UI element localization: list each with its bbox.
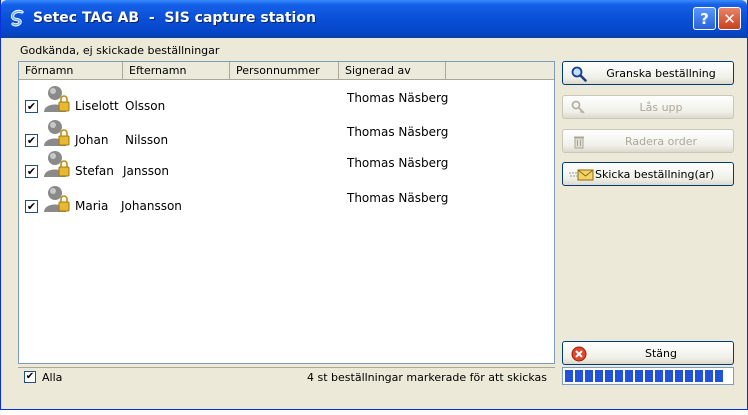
orders-group-label: Godkända, ej skickade beställningar (20, 44, 220, 57)
column-header-signed-by[interactable]: Signerad av (339, 62, 446, 80)
trash-icon (574, 136, 584, 149)
progress-block (635, 370, 643, 382)
progress-block (675, 370, 683, 382)
help-button[interactable]: ? (693, 7, 716, 30)
close-label: Stäng (645, 347, 677, 360)
list-header: Förnamn Efternamn Personnummer Signerad … (19, 62, 554, 80)
main-window: Setec TAG AB - SIS capture station ? ✕ G… (0, 0, 748, 410)
table-row[interactable]: ✔ Johan Nilsson Thomas Näsberg (19, 118, 554, 150)
column-header-personnummer[interactable]: Personnummer (230, 62, 339, 80)
progress-fill (565, 370, 731, 382)
progress-block (685, 370, 693, 382)
row-checkbox[interactable]: ✔ (25, 134, 38, 147)
window-title: Setec TAG AB - SIS capture station (33, 10, 316, 26)
signed-by: Thomas Näsberg (347, 91, 449, 105)
send-orders-label: Skicka beställning(ar) (595, 168, 715, 181)
progress-block (615, 370, 623, 382)
unlock-button[interactable]: Lås upp (562, 95, 734, 119)
first-name: Stefan (75, 164, 114, 178)
review-order-label: Granska beställning (606, 67, 716, 80)
unlock-label: Lås upp (639, 101, 683, 114)
table-row[interactable]: ✔ Maria Johansson Thomas Näsberg (19, 184, 554, 216)
person-lock-icon (44, 86, 70, 112)
close-window-button[interactable]: ✕ (718, 7, 741, 30)
progress-block (585, 370, 593, 382)
first-name: Liselott (75, 99, 119, 113)
setec-logo-icon (10, 9, 24, 27)
table-row[interactable]: ✔ Stefan Jansson Thomas Näsberg (19, 149, 554, 181)
row-checkbox[interactable]: ✔ (25, 165, 38, 178)
progress-block (625, 370, 633, 382)
key-icon (571, 100, 585, 114)
signed-by: Thomas Näsberg (347, 156, 449, 170)
select-all-label[interactable]: Alla (42, 371, 62, 384)
progress-block (645, 370, 653, 382)
last-name: Jansson (123, 164, 169, 178)
magnifier-icon (571, 66, 587, 82)
table-row[interactable]: ✔ Liselott Olsson Thomas Näsberg (19, 84, 554, 116)
person-lock-icon (44, 120, 70, 146)
orders-list[interactable]: Förnamn Efternamn Personnummer Signerad … (18, 61, 555, 364)
progress-block (705, 370, 713, 382)
close-button[interactable]: Stäng (562, 341, 734, 365)
status-bar: ✔ Alla 4 st beställningar markerade för … (18, 367, 555, 385)
row-checkbox[interactable]: ✔ (25, 200, 38, 213)
envelope-icon (569, 169, 594, 181)
column-header-lastname[interactable]: Efternamn (123, 62, 230, 80)
send-progress-bar (562, 367, 734, 385)
progress-block (715, 370, 723, 382)
person-lock-icon (44, 186, 70, 212)
status-text: 4 st beställningar markerade för att ski… (307, 371, 547, 384)
progress-block (565, 370, 573, 382)
progress-block (595, 370, 603, 382)
send-orders-button[interactable]: Skicka beställning(ar) (562, 162, 734, 186)
title-bar[interactable]: Setec TAG AB - SIS capture station ? ✕ (1, 0, 747, 38)
last-name: Johansson (121, 199, 182, 213)
progress-block (655, 370, 663, 382)
column-header-firstname[interactable]: Förnamn (19, 62, 123, 80)
delete-order-label: Radera order (625, 135, 697, 148)
select-all-checkbox[interactable]: ✔ (24, 371, 36, 383)
person-lock-icon (44, 151, 70, 177)
review-order-button[interactable]: Granska beställning (562, 61, 734, 85)
row-checkbox[interactable]: ✔ (25, 100, 38, 113)
last-name: Olsson (125, 99, 166, 113)
first-name: Johan (75, 133, 109, 147)
progress-block (695, 370, 703, 382)
first-name: Maria (75, 199, 109, 213)
progress-block (605, 370, 613, 382)
signed-by: Thomas Näsberg (347, 191, 449, 205)
progress-block (665, 370, 673, 382)
page-background (0, 410, 748, 415)
red-x-icon (571, 346, 587, 362)
delete-order-button[interactable]: Radera order (562, 129, 734, 153)
progress-block (575, 370, 583, 382)
last-name: Nilsson (125, 133, 169, 147)
signed-by: Thomas Näsberg (347, 125, 449, 139)
